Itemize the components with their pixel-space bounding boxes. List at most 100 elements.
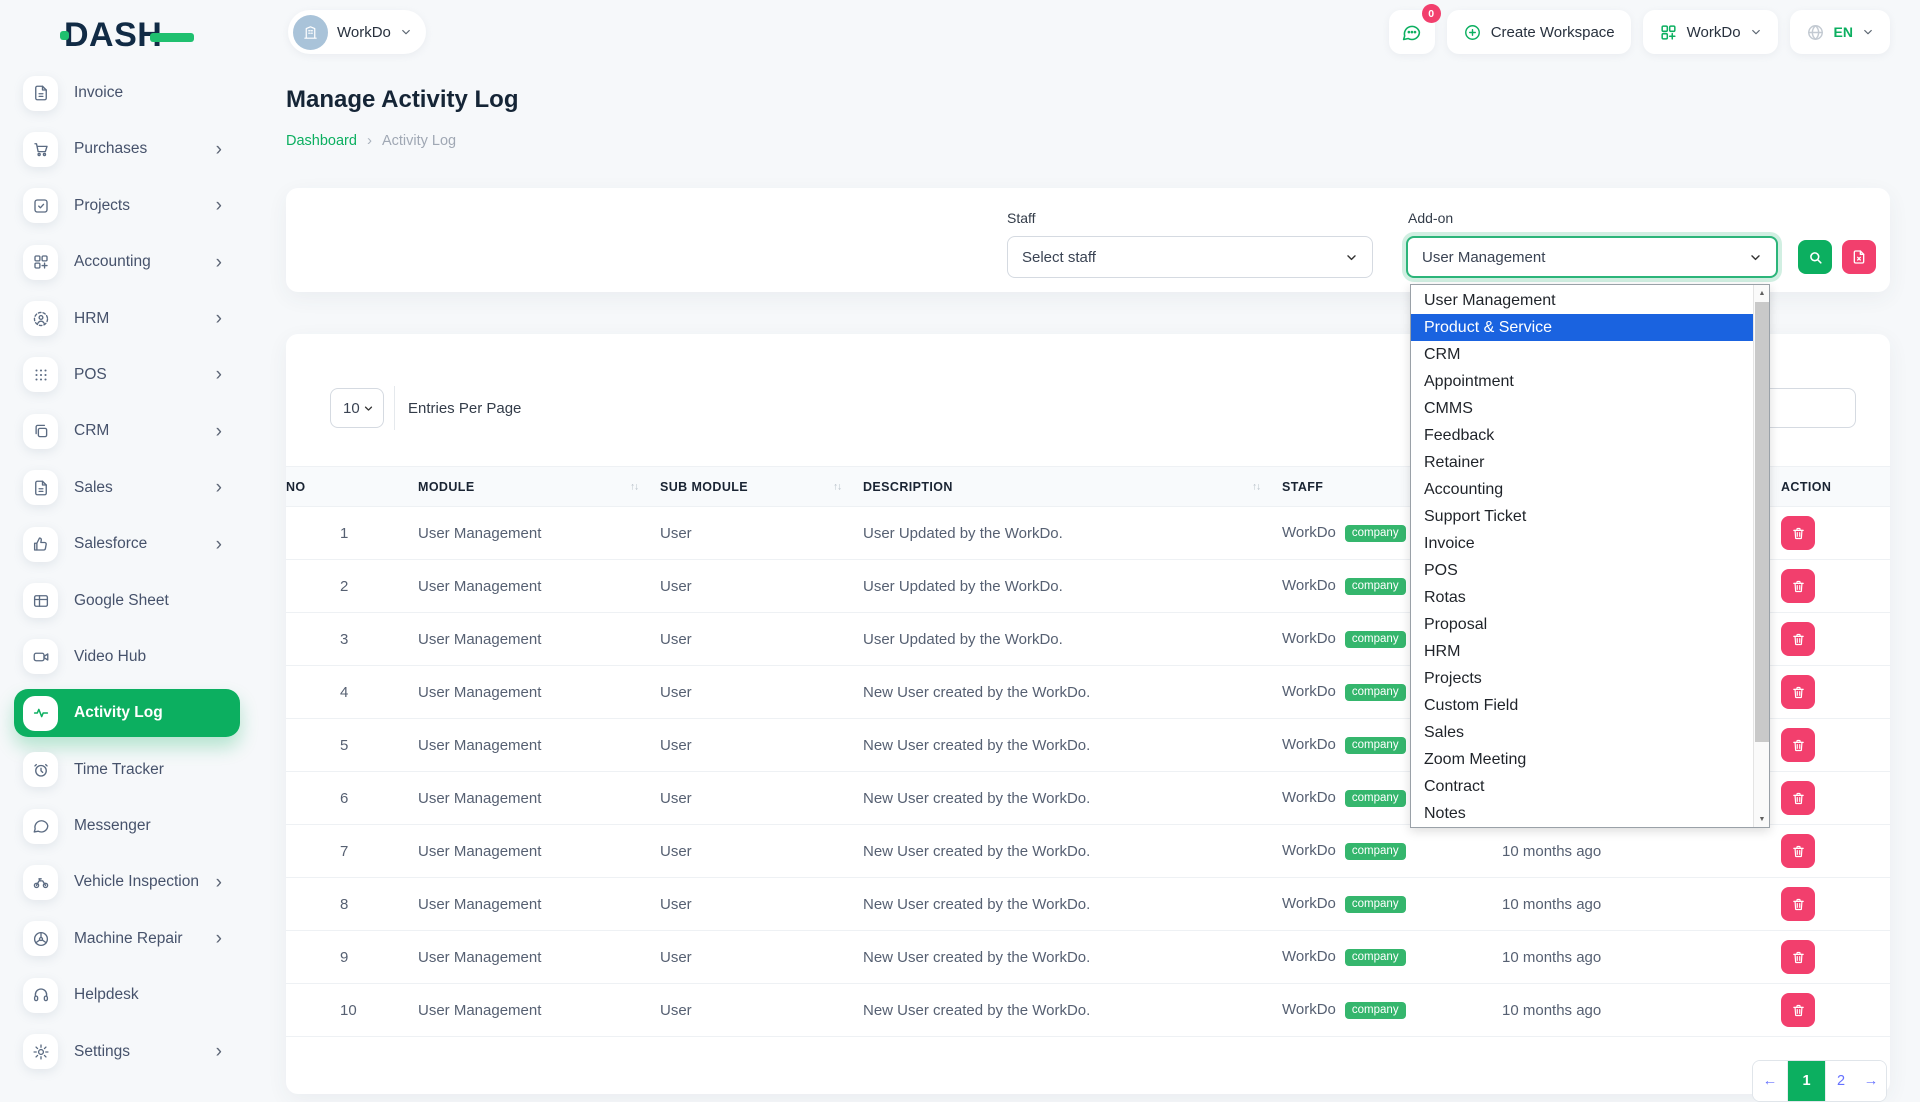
sidebar-item[interactable]: Time Tracker › [14, 746, 240, 794]
delete-button[interactable] [1781, 834, 1815, 868]
sidebar-item[interactable]: Accounting › [14, 238, 240, 286]
sidebar-item[interactable]: Google Sheet › [14, 577, 240, 625]
scrollbar-thumb[interactable] [1755, 302, 1769, 742]
page-button[interactable]: 1 [1788, 1061, 1826, 1101]
addon-option[interactable]: Invoice [1411, 530, 1753, 557]
row-description: New User created by the WorkDo. [863, 719, 1282, 772]
chevron-down-icon [1862, 26, 1874, 38]
chevron-right-icon: › [216, 140, 222, 159]
delete-button[interactable] [1781, 728, 1815, 762]
row-date: 10 months ago [1502, 825, 1781, 878]
addon-option[interactable]: Accounting [1411, 476, 1753, 503]
delete-button[interactable] [1781, 887, 1815, 921]
delete-button[interactable] [1781, 569, 1815, 603]
language-button[interactable]: EN [1790, 10, 1890, 54]
sidebar-item-label: POS [74, 366, 107, 384]
addon-option-label: Zoom Meeting [1424, 751, 1526, 768]
addon-option[interactable]: Sales [1411, 719, 1753, 746]
staff-select[interactable]: Select staff [1007, 236, 1373, 278]
breadcrumb: Dashboard › Activity Log [286, 132, 456, 149]
sidebar-item[interactable]: Salesforce › [14, 520, 240, 568]
addon-option[interactable]: Notes [1411, 800, 1753, 827]
addon-option-label: Custom Field [1424, 697, 1518, 714]
messages-button[interactable]: 0 [1389, 10, 1435, 54]
table-row: 7 User Management User New User created … [286, 825, 1890, 878]
addon-option[interactable]: Rotas [1411, 584, 1753, 611]
addon-option-label: Support Ticket [1424, 508, 1526, 525]
addon-option[interactable]: Zoom Meeting [1411, 746, 1753, 773]
sidebar-item[interactable]: Vehicle Inspection › [14, 858, 240, 906]
column-header[interactable]: MODULE ↑↓ [418, 467, 660, 507]
dropdown-scrollbar[interactable]: ▲ ▼ [1753, 285, 1769, 827]
chevron-down-icon [400, 26, 412, 38]
entries-per-page-select[interactable]: 10 [330, 388, 384, 428]
sidebar-item[interactable]: Machine Repair › [14, 915, 240, 963]
addon-option[interactable]: POS [1411, 557, 1753, 584]
scroll-up-icon[interactable]: ▲ [1754, 285, 1770, 301]
trash-icon [1791, 844, 1806, 859]
staff-label: Staff [1007, 210, 1036, 226]
sidebar-item[interactable]: POS › [14, 351, 240, 399]
sidebar-item[interactable]: Invoice › [14, 69, 240, 117]
app-menu-button[interactable]: WorkDo [1643, 10, 1778, 54]
delete-button[interactable] [1781, 993, 1815, 1027]
addon-option[interactable]: HRM [1411, 638, 1753, 665]
addon-option[interactable]: User Management [1411, 287, 1753, 314]
addon-option[interactable]: Proposal [1411, 611, 1753, 638]
sidebar-item[interactable]: Purchases › [14, 125, 240, 173]
sidebar-item[interactable]: HRM › [14, 295, 240, 343]
addon-select[interactable]: User Management [1406, 236, 1778, 278]
delete-button[interactable] [1781, 940, 1815, 974]
addon-option-label: Sales [1424, 724, 1464, 741]
repair-wheel-icon [23, 921, 58, 956]
addon-option[interactable]: Retainer [1411, 449, 1753, 476]
column-header[interactable]: NO ↑↓ [286, 467, 418, 507]
sidebar-item[interactable]: Messenger › [14, 802, 240, 850]
addon-label: Add-on [1408, 210, 1453, 226]
create-workspace-button[interactable]: Create Workspace [1447, 10, 1631, 54]
column-header[interactable]: DESCRIPTION ↑↓ [863, 467, 1282, 507]
sidebar-item[interactable]: Sales › [14, 464, 240, 512]
addon-option-label: Contract [1424, 778, 1484, 795]
table-row: 9 User Management User New User created … [286, 931, 1890, 984]
sidebar-item[interactable]: Helpdesk › [14, 971, 240, 1019]
app-logo[interactable]: DASH [64, 16, 194, 55]
column-header[interactable]: ACTION ↑↓ [1781, 467, 1890, 507]
addon-option[interactable]: CMMS [1411, 395, 1753, 422]
addon-option-label: CRM [1424, 346, 1460, 363]
sidebar-item[interactable]: Video Hub › [14, 633, 240, 681]
previous-page-button[interactable]: ← [1753, 1061, 1788, 1101]
sidebar-item[interactable]: Settings › [14, 1028, 240, 1076]
clear-filter-button[interactable] [1842, 240, 1876, 274]
delete-button[interactable] [1781, 781, 1815, 815]
addon-option[interactable]: Projects [1411, 665, 1753, 692]
addon-option[interactable]: CRM [1411, 341, 1753, 368]
sidebar-item[interactable]: Activity Log › [14, 689, 240, 737]
chat-count-badge: 0 [1422, 4, 1441, 23]
delete-button[interactable] [1781, 675, 1815, 709]
next-page-button[interactable]: → [1856, 1061, 1886, 1101]
page-button[interactable]: 2 [1826, 1061, 1856, 1101]
sidebar-item[interactable]: CRM › [14, 407, 240, 455]
delete-button[interactable] [1781, 622, 1815, 656]
workspace-switcher[interactable]: WorkDo [288, 10, 426, 54]
addon-option[interactable]: Contract [1411, 773, 1753, 800]
apply-search-button[interactable] [1798, 240, 1832, 274]
column-header[interactable]: SUB MODULE ↑↓ [660, 467, 863, 507]
sidebar-item-label: Invoice [74, 84, 123, 102]
chevron-right-icon: › [216, 929, 222, 948]
addon-option[interactable]: Appointment [1411, 368, 1753, 395]
chevron-down-icon [1345, 251, 1358, 264]
addon-option[interactable]: Support Ticket [1411, 503, 1753, 530]
addon-option[interactable]: Feedback [1411, 422, 1753, 449]
addon-option[interactable]: Product & Service [1411, 314, 1753, 341]
addon-option[interactable]: Custom Field [1411, 692, 1753, 719]
scroll-down-icon[interactable]: ▼ [1754, 811, 1770, 827]
delete-button[interactable] [1781, 516, 1815, 550]
row-staff: WorkDo [1282, 630, 1336, 647]
sidebar-item[interactable]: Projects › [14, 182, 240, 230]
addon-option-label: Invoice [1424, 535, 1475, 552]
row-sub-module: User [660, 719, 863, 772]
logo-accent-dot [60, 31, 69, 40]
breadcrumb-dashboard-link[interactable]: Dashboard [286, 133, 357, 149]
